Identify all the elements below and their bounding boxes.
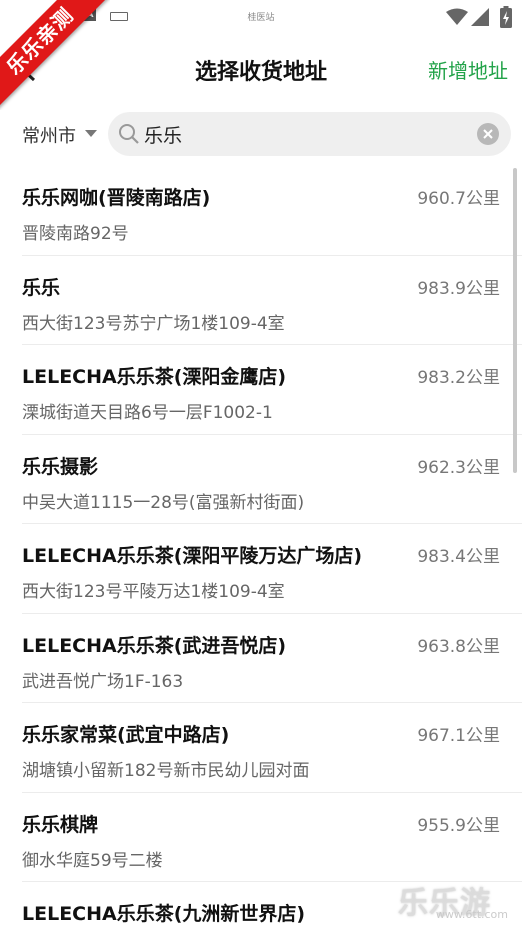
search-input[interactable]: [144, 123, 464, 145]
place-name: 乐乐摄影: [22, 455, 99, 478]
wifi-icon: [446, 8, 468, 25]
watermark-url: www.6tt.com: [435, 908, 508, 921]
battery-icon: [500, 6, 512, 28]
city-selector[interactable]: 常州市: [22, 122, 76, 148]
result-row[interactable]: 乐乐网咖(晋陵南路店) 960.7公里 晋陵南路92号: [22, 166, 522, 256]
place-address: 溧城街道天目路6号一层F1002-1: [22, 403, 273, 423]
clear-search-icon[interactable]: [477, 123, 499, 145]
place-address: 武进吾悦广场1F-163: [22, 671, 184, 692]
add-address-button[interactable]: 新增地址: [428, 55, 508, 84]
place-distance: 983.4公里: [417, 547, 500, 567]
result-row[interactable]: LELECHA乐乐茶(溧阳平陵万达广场店) 983.4公里 西大街123号平陵万…: [22, 524, 522, 614]
signal-icon: [471, 8, 489, 26]
place-distance: 983.9公里: [417, 278, 500, 299]
result-row[interactable]: 乐乐摄影 962.3公里 中吴大道1115一28号(富强新村街面): [22, 435, 522, 524]
place-distance: 955.9公里: [417, 815, 500, 836]
place-address: 中吴大道1115一28号(富强新村街面): [22, 492, 305, 513]
place-name: LELECHA乐乐茶(武进吾悦店): [22, 634, 287, 657]
place-distance: 967.1公里: [417, 726, 500, 746]
place-distance: 960.7公里: [417, 189, 500, 209]
place-address: 御水华庭59号二楼: [22, 850, 163, 871]
place-distance: 962.3公里: [417, 457, 500, 478]
watermark: 乐乐游戏 www.6tt.com: [398, 882, 516, 922]
result-list: 乐乐网咖(晋陵南路店) 960.7公里 晋陵南路92号 乐乐 983.9公里 西…: [0, 166, 522, 928]
result-row[interactable]: LELECHA乐乐茶(武进吾悦店) 963.8公里 武进吾悦广场1F-163: [22, 614, 522, 703]
place-name: 乐乐家常菜(武宜中路店): [22, 724, 230, 746]
place-name: LELECHA乐乐茶(九洲新世界店): [22, 903, 306, 925]
place-address: 晋陵南路92号: [22, 224, 129, 244]
result-row[interactable]: 乐乐棋牌 955.9公里 御水华庭59号二楼: [22, 793, 522, 882]
place-address: 西大街123号平陵万达1楼109-4室: [22, 582, 285, 602]
search-row: 常州市: [0, 110, 522, 158]
place-address: 西大街123号苏宁广场1楼109-4室: [22, 313, 285, 334]
search-box[interactable]: [108, 112, 511, 156]
place-address: 湖塘镇小留新182号新市民幼儿园对面: [22, 761, 310, 781]
place-name: 乐乐网咖(晋陵南路店): [22, 187, 211, 209]
place-name: 乐乐: [22, 276, 61, 299]
scrollbar[interactable]: [513, 168, 517, 473]
caret-down-icon[interactable]: [85, 130, 97, 137]
place-name: LELECHA乐乐茶(溧阳平陵万达广场店): [22, 545, 363, 567]
search-icon: [119, 124, 139, 144]
result-row[interactable]: 乐乐家常菜(武宜中路店) 967.1公里 湖塘镇小留新182号新市民幼儿园对面: [22, 703, 522, 793]
ribbon-label: 乐乐亲测: [0, 0, 109, 110]
result-row[interactable]: LELECHA乐乐茶(溧阳金鹰店) 983.2公里 溧城街道天目路6号一层F10…: [22, 345, 522, 435]
place-distance: 963.8公里: [417, 636, 500, 657]
place-name: LELECHA乐乐茶(溧阳金鹰店): [22, 366, 287, 388]
result-row[interactable]: 乐乐 983.9公里 西大街123号苏宁广场1楼109-4室: [22, 256, 522, 345]
corner-ribbon: 乐乐亲测: [0, 0, 110, 110]
place-distance: 983.2公里: [417, 368, 500, 388]
place-name: 乐乐棋牌: [22, 813, 99, 836]
